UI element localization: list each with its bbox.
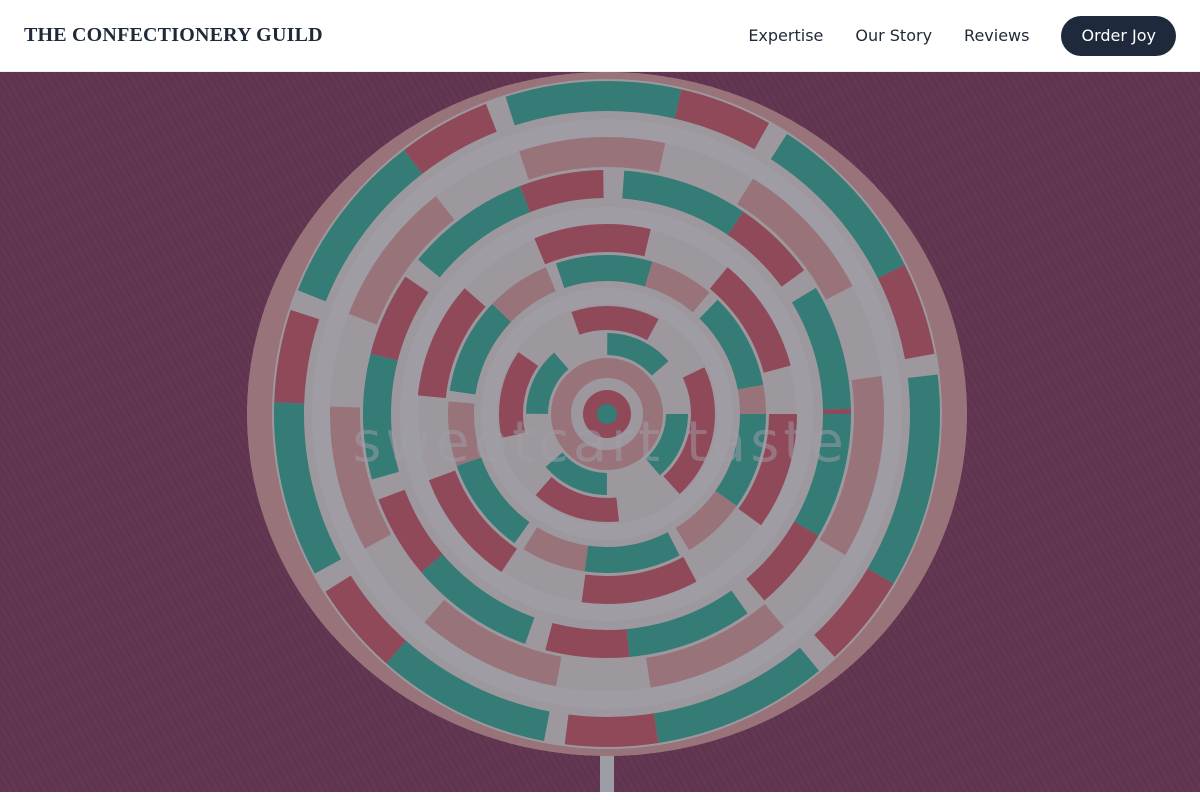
- main-nav: Expertise Our Story Reviews Order Joy: [748, 15, 1176, 56]
- bottom-strip: [0, 792, 1200, 800]
- nav-link-reviews[interactable]: Reviews: [964, 26, 1029, 45]
- nav-link-our-story[interactable]: Our Story: [855, 26, 932, 45]
- order-joy-button[interactable]: Order Joy: [1061, 15, 1176, 56]
- hero-heading: sweetcart taste: [352, 410, 848, 475]
- hero-section: sweetcart taste: [0, 72, 1200, 792]
- brand-logo[interactable]: THE CONFECTIONERY GUILD: [24, 24, 323, 47]
- nav-link-expertise[interactable]: Expertise: [748, 26, 823, 45]
- site-header: THE CONFECTIONERY GUILD Expertise Our St…: [0, 0, 1200, 72]
